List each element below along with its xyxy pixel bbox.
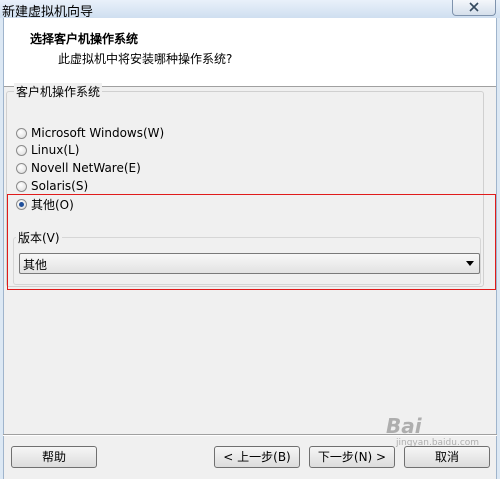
close-button[interactable] (452, 0, 496, 16)
radio-other[interactable]: 其他(O) (16, 196, 74, 212)
radio-netware[interactable]: Novell NetWare(E) (16, 160, 141, 176)
radio-windows[interactable]: Microsoft Windows(W) (16, 125, 164, 141)
radio-label: Novell NetWare(E) (31, 161, 141, 175)
radio-label: Linux(L) (31, 143, 80, 157)
page-title: 选择客户机操作系统 (30, 32, 139, 46)
chevron-down-icon (466, 261, 474, 266)
version-dropdown[interactable]: 其他 (19, 253, 480, 274)
guest-os-group-label: 客户机操作系统 (14, 83, 103, 100)
version-label: 版本(V) (16, 229, 62, 246)
page-subtitle: 此虚拟机中将安装哪种操作系统? (58, 52, 233, 66)
title-bar: 新建虚拟机向导 (0, 0, 500, 20)
radio-button[interactable] (16, 144, 27, 156)
radio-label: 其他(O) (31, 197, 74, 212)
close-icon (469, 2, 479, 12)
radio-button-selected[interactable] (16, 198, 27, 210)
back-button[interactable]: < 上一步(B) (214, 446, 300, 468)
radio-button[interactable] (16, 127, 27, 139)
button-separator (3, 434, 497, 436)
radio-button[interactable] (16, 180, 27, 192)
help-button[interactable]: 帮助 (11, 446, 97, 468)
radio-solaris[interactable]: Solaris(S) (16, 178, 88, 194)
radio-linux[interactable]: Linux(L) (16, 142, 79, 158)
radio-button[interactable] (16, 162, 27, 174)
radio-label: Solaris(S) (31, 179, 89, 193)
cancel-button[interactable]: 取消 (404, 446, 490, 468)
version-dropdown-value: 其他 (23, 258, 48, 272)
radio-label: Microsoft Windows(W) (31, 126, 165, 140)
wizard-header: 选择客户机操作系统 此虚拟机中将安装哪种操作系统? (4, 18, 496, 87)
next-button[interactable]: 下一步(N) > (309, 446, 395, 468)
